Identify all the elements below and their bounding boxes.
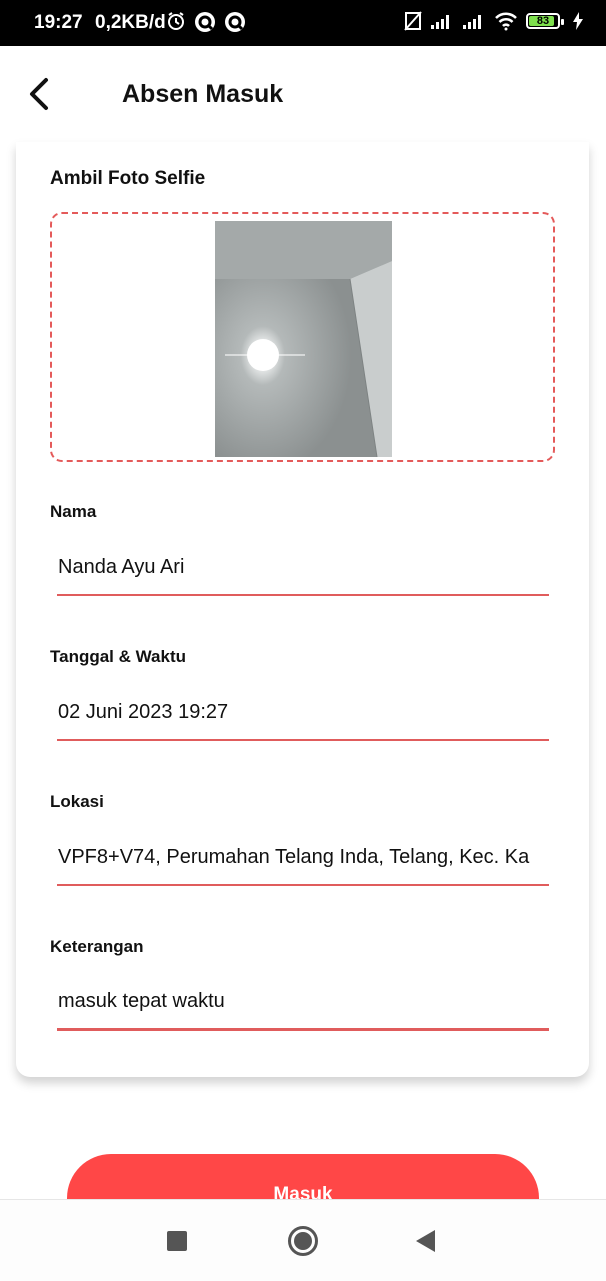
home-button[interactable] <box>287 1225 319 1262</box>
attendance-form-card: Ambil Foto Selfie Nama Nanda Ayu Ari Tan… <box>16 142 589 1077</box>
location-label: Lokasi <box>50 792 104 811</box>
location-field[interactable] <box>57 830 549 886</box>
arrow-left-icon <box>30 78 48 110</box>
battery-icon: 83 <box>526 13 564 29</box>
network-speed: 0,2KB/d <box>95 12 166 33</box>
selfie-photo-picker[interactable] <box>50 212 555 462</box>
navigation-bar <box>0 1199 606 1281</box>
back-icon <box>416 1230 435 1252</box>
datetime-field[interactable] <box>57 685 549 741</box>
note-label: Keterangan <box>50 937 144 956</box>
recents-icon <box>167 1231 187 1251</box>
home-icon <box>288 1226 318 1256</box>
page-title: Absen Masuk <box>122 80 284 108</box>
no-sim-icon <box>404 11 422 31</box>
wifi-icon <box>495 12 517 31</box>
battery-level: 83 <box>536 15 550 27</box>
selfie-label: Ambil Foto Selfie <box>50 168 206 189</box>
app-icon <box>195 12 215 32</box>
app-icon <box>225 12 245 32</box>
status-bar: 19:27 0,2KB/d 83 <box>0 0 606 46</box>
selfie-image <box>215 221 392 457</box>
alarm-icon <box>168 12 184 30</box>
signal-icon <box>431 15 449 29</box>
recents-button[interactable] <box>166 1230 188 1257</box>
back-button[interactable] <box>22 76 58 112</box>
charging-icon <box>573 12 583 30</box>
note-field[interactable] <box>57 975 549 1031</box>
status-time: 19:27 <box>34 12 83 33</box>
name-label: Nama <box>50 502 97 521</box>
status-right-icons: 83 <box>404 11 584 31</box>
status-left-icons <box>166 11 246 33</box>
system-back-button[interactable] <box>414 1229 436 1258</box>
signal-icon <box>463 15 481 29</box>
datetime-label: Tanggal & Waktu <box>50 647 186 666</box>
name-field[interactable] <box>57 540 549 596</box>
app-bar: Absen Masuk <box>0 46 606 142</box>
